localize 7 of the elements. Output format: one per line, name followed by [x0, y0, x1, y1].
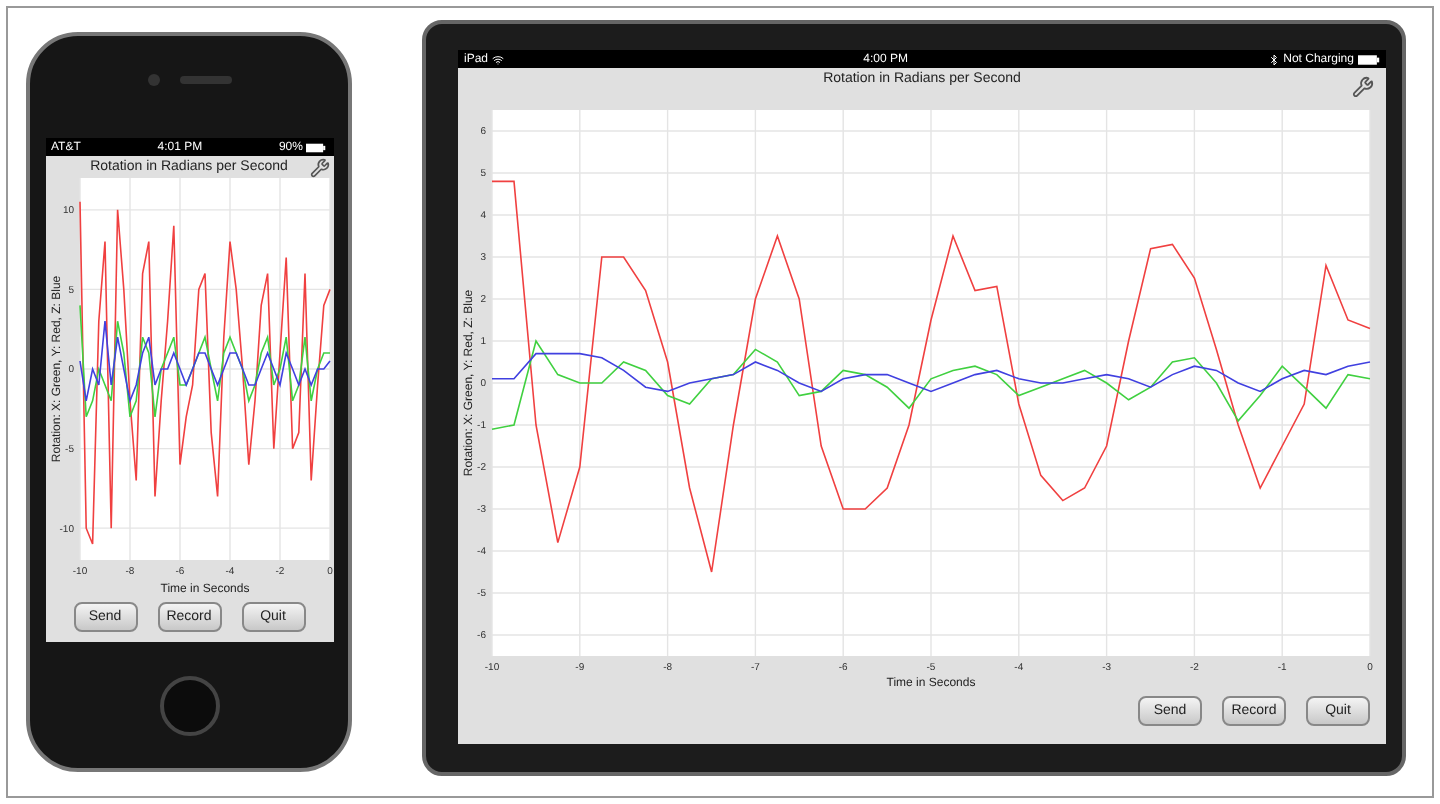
bluetooth-icon	[1267, 53, 1280, 65]
wrench-icon[interactable]	[1352, 76, 1374, 98]
wrench-icon[interactable]	[309, 158, 329, 178]
battery-icon	[1357, 53, 1380, 65]
battery-icon	[306, 141, 327, 153]
camera-icon	[147, 74, 159, 86]
wifi-icon	[492, 53, 505, 65]
